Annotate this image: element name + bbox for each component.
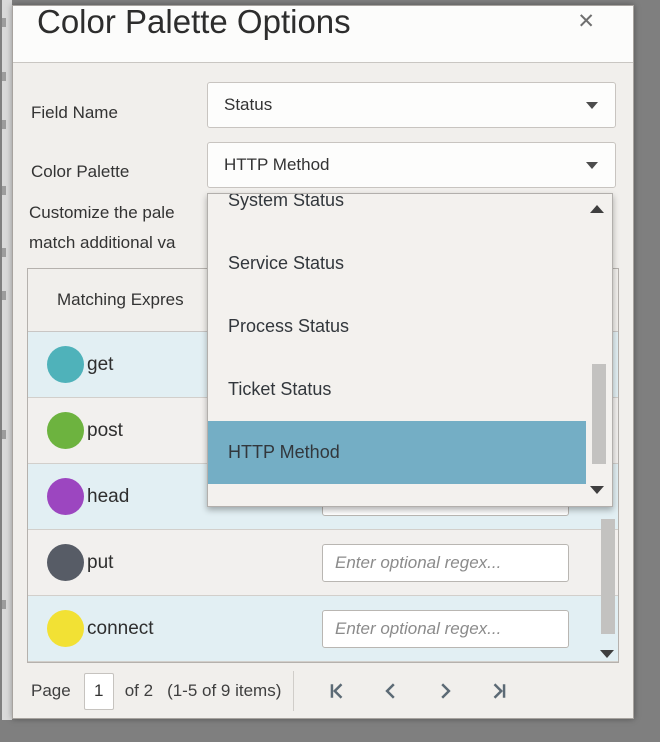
description-line-1: Customize the pale: [29, 203, 175, 223]
pagination-bar: Page of 2 (1-5 of 9 items): [13, 663, 633, 719]
field-name-select[interactable]: Status: [207, 82, 616, 128]
table-scrollbar-thumb[interactable]: [601, 519, 615, 634]
edge-tick: [2, 18, 6, 27]
edge-tick: [2, 430, 6, 439]
dropdown-item[interactable]: Process Status: [208, 295, 586, 358]
color-palette-select[interactable]: HTTP Method: [207, 142, 616, 188]
edge-tick: [2, 248, 6, 257]
page-of-label: of 2: [125, 681, 153, 701]
color-swatch[interactable]: [47, 412, 84, 449]
color-swatch[interactable]: [47, 610, 84, 647]
chevron-down-icon: [586, 162, 598, 169]
next-page-icon[interactable]: [436, 681, 456, 701]
underlying-window-edge: [2, 0, 12, 720]
dialog-title: Color Palette Options: [37, 3, 351, 41]
scroll-down-icon[interactable]: [590, 486, 604, 494]
dropdown-scrollbar-thumb[interactable]: [592, 364, 606, 464]
color-palette-select-value: HTTP Method: [224, 155, 330, 175]
field-name-label: Field Name: [31, 103, 118, 123]
row-label: post: [87, 420, 123, 442]
dropdown-item[interactable]: System Status: [208, 193, 586, 232]
dropdown-options: System Status Service Status Process Sta…: [208, 193, 586, 484]
edge-tick: [2, 291, 6, 300]
page-label: Page: [31, 681, 71, 701]
dropdown-item[interactable]: Service Status: [208, 232, 586, 295]
scroll-up-icon[interactable]: [590, 205, 604, 213]
last-page-icon[interactable]: [490, 681, 510, 701]
dialog-header: Color Palette Options ✕: [13, 6, 633, 63]
edge-tick: [2, 120, 6, 129]
row-label: put: [87, 552, 113, 574]
chevron-down-icon: [586, 102, 598, 109]
regex-input[interactable]: [322, 544, 569, 582]
row-label: get: [87, 354, 113, 376]
edge-tick: [2, 72, 6, 81]
previous-page-icon[interactable]: [382, 681, 402, 701]
color-swatch[interactable]: [47, 544, 84, 581]
items-range-label: (1-5 of 9 items): [167, 681, 281, 701]
dropdown-item[interactable]: Ticket Status: [208, 358, 586, 421]
close-icon[interactable]: ✕: [577, 10, 595, 34]
regex-input[interactable]: [322, 610, 569, 648]
table-row: put: [28, 530, 618, 596]
description-line-2: match additional va: [29, 233, 175, 253]
edge-tick: [2, 186, 6, 195]
dropdown-item[interactable]: HTTP Method: [208, 421, 586, 484]
row-label: head: [87, 486, 129, 508]
edge-tick: [2, 600, 6, 609]
color-palette-dropdown-list: System Status Service Status Process Sta…: [207, 193, 613, 507]
color-palette-label: Color Palette: [31, 162, 129, 182]
page-number-input[interactable]: [84, 673, 114, 710]
pagination-divider: [293, 671, 294, 711]
field-name-select-value: Status: [224, 95, 272, 115]
table-row: connect: [28, 596, 618, 662]
first-page-icon[interactable]: [328, 681, 348, 701]
row-label: connect: [87, 618, 154, 640]
color-swatch[interactable]: [47, 478, 84, 515]
color-swatch[interactable]: [47, 346, 84, 383]
scroll-down-icon[interactable]: [600, 650, 614, 658]
